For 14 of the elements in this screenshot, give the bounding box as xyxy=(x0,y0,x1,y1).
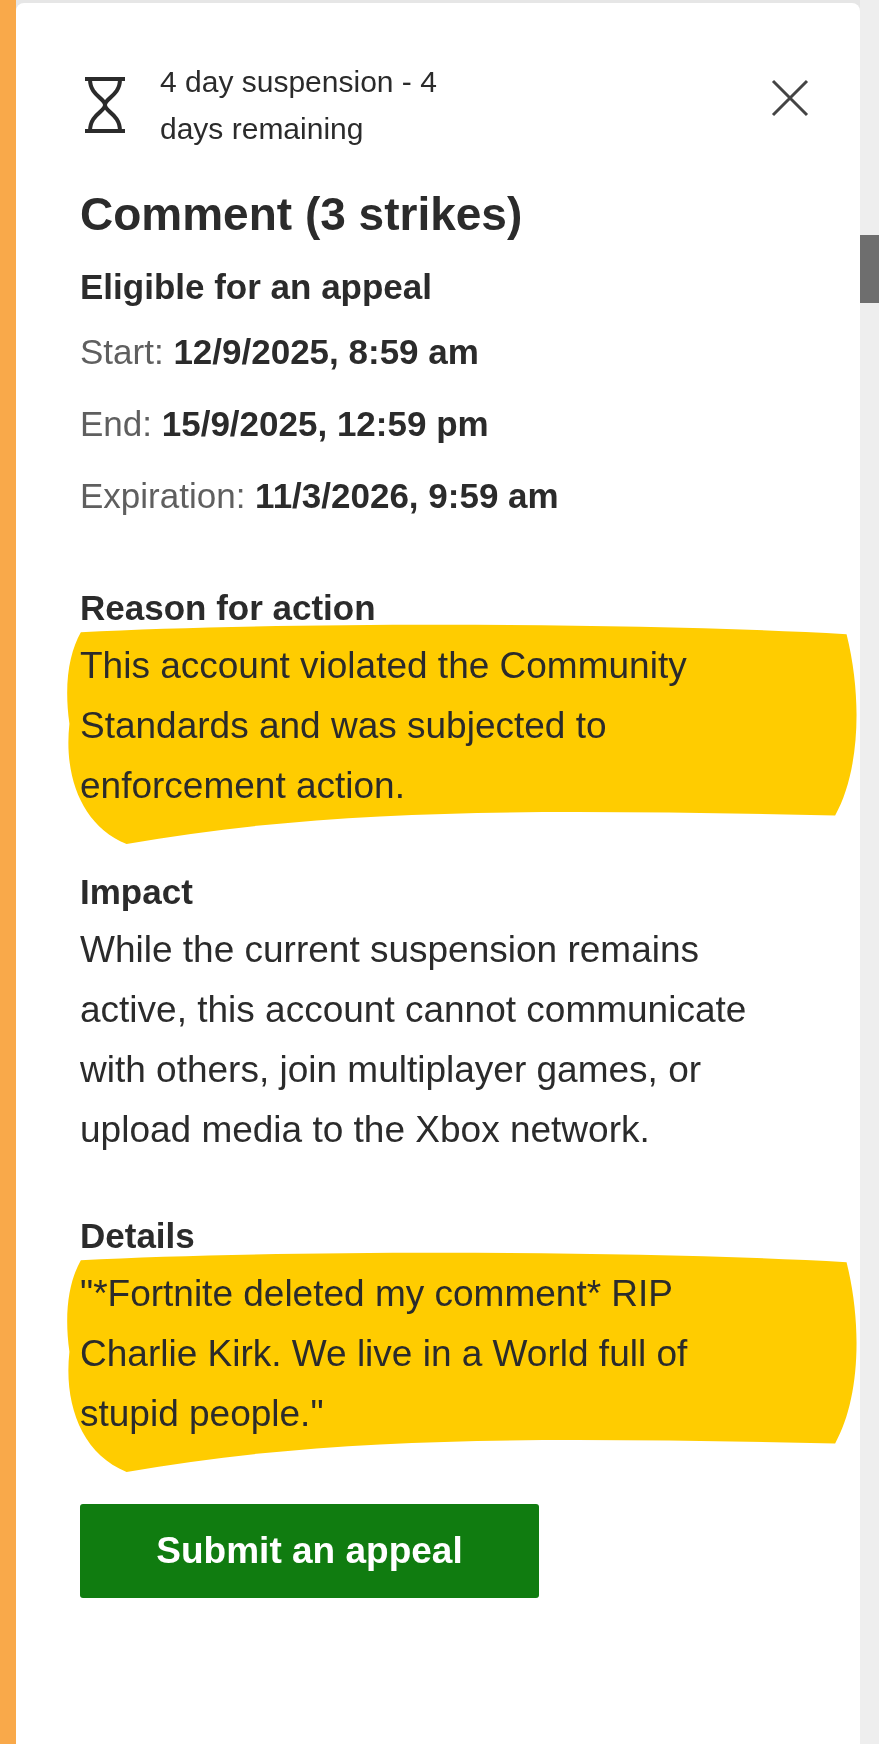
section-heading: Reason for action xyxy=(80,587,377,629)
date-line: End: 15/9/2025, 12:59 pm xyxy=(80,403,490,445)
suspension-status: 4 day suspension - 4 days remaining xyxy=(160,64,438,147)
eligibility-label: Eligible for an appeal xyxy=(80,266,434,308)
date-line: Expiration: 11/3/2026, 9:59 am xyxy=(80,475,560,517)
date-line: Start: 12/9/2025, 8:59 am xyxy=(80,331,480,373)
section-text: While the current suspension remains active, this account cannot communicate with others, join multiplayer games, or upload media to the Xbox network. xyxy=(80,928,748,1152)
close-icon[interactable] xyxy=(770,78,810,118)
section-heading: Impact xyxy=(80,871,194,913)
section-text: "*Fortnite deleted my comment* RIP Charlie Kirk. We live in a World full of stupid people." xyxy=(80,1272,689,1436)
section-heading: Details xyxy=(80,1215,196,1257)
submit-appeal-button[interactable]: Submit an appeal xyxy=(80,1504,539,1598)
panel-title: Comment (3 strikes) xyxy=(80,187,524,242)
section-text: This account violated the Community Standards and was subjected to enforcement action. xyxy=(80,644,688,808)
